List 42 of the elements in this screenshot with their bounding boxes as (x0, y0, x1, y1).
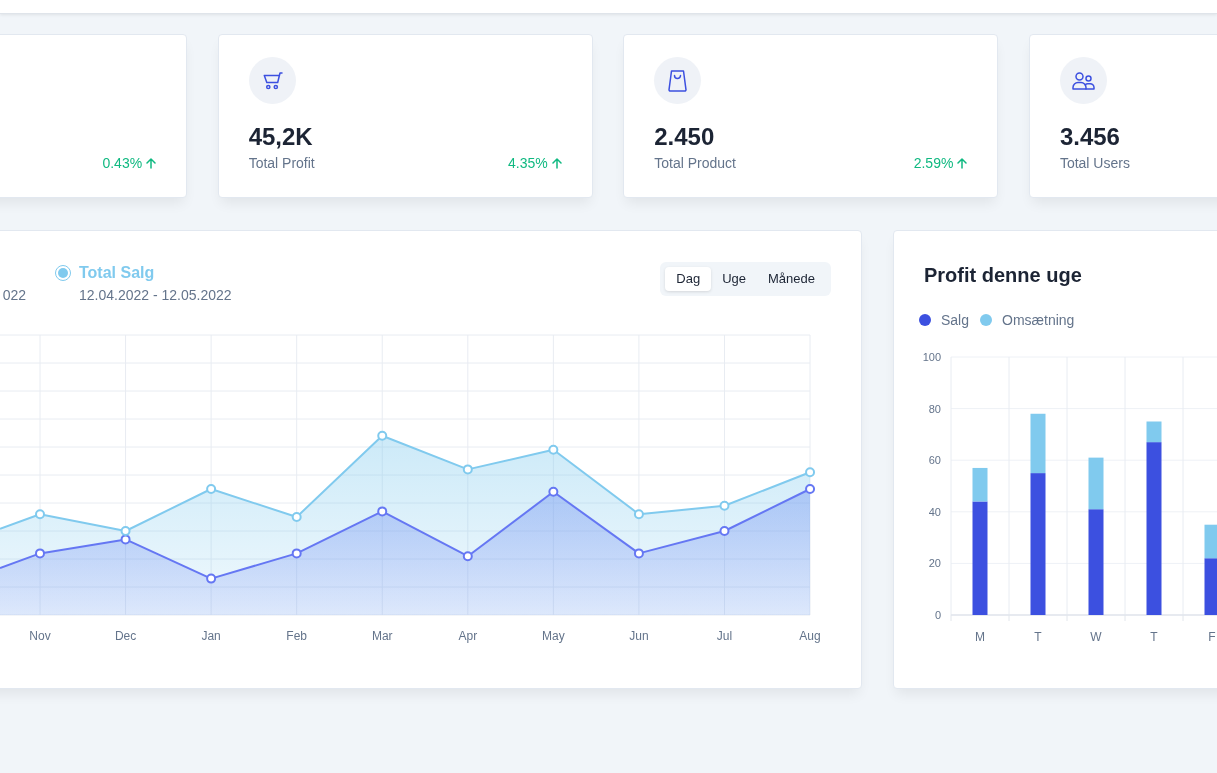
change-percent: 4.35% (508, 154, 548, 173)
axis-label: 0 (934, 609, 941, 621)
axis-label: Dec (114, 629, 137, 643)
change-percent: 2.59% (913, 154, 954, 173)
users-icon (1059, 57, 1107, 104)
date-range: 022 (2, 286, 26, 305)
period-tab[interactable]: Uge (711, 267, 757, 291)
stat-value: 2.450 (654, 122, 716, 152)
stat-value: 45,2K (248, 122, 314, 152)
axis-label: Jul (716, 629, 733, 643)
axis-label: Feb (286, 629, 307, 643)
axis-label: Apr (458, 629, 478, 643)
axis-label: Nov (29, 629, 51, 643)
axis-label: May (542, 629, 565, 643)
axis-label: 60 (928, 454, 941, 467)
legend-title: Total Salg (79, 263, 156, 283)
shopping-bag-icon (654, 57, 702, 104)
axis-label: 80 (928, 402, 941, 415)
axis-label: Jun (629, 629, 649, 643)
axis-label: W (1090, 630, 1102, 644)
axis-label: 20 (928, 557, 941, 570)
cart-icon (248, 57, 296, 104)
legend-label: Omsætning (1002, 311, 1075, 330)
axis-label: Jan (201, 629, 221, 643)
stat-value: 3.456 (1059, 122, 1121, 152)
axis-label: T (1034, 630, 1042, 644)
legend-label: Salg (941, 311, 970, 330)
stat-label: Total Users (1059, 154, 1130, 173)
chart-title: Profit denne uge (924, 263, 1083, 288)
axis-label: T (1150, 630, 1158, 644)
axis-label: F (1208, 630, 1216, 644)
axis-label: M (975, 630, 985, 644)
period-tab[interactable]: Dag (665, 267, 712, 291)
change-percent: 0.43% (102, 154, 143, 173)
axis-label: Mar (371, 629, 393, 643)
axis-label: 100 (922, 351, 941, 363)
axis-label: 40 (928, 505, 941, 518)
period-tab[interactable]: Månede (757, 267, 826, 291)
stat-label: Total Profit (248, 154, 315, 173)
date-range: 12.04.2022 - 12.05.2022 (79, 286, 232, 305)
axis-label: Aug (799, 629, 821, 643)
stat-label: Total Product (654, 154, 736, 173)
